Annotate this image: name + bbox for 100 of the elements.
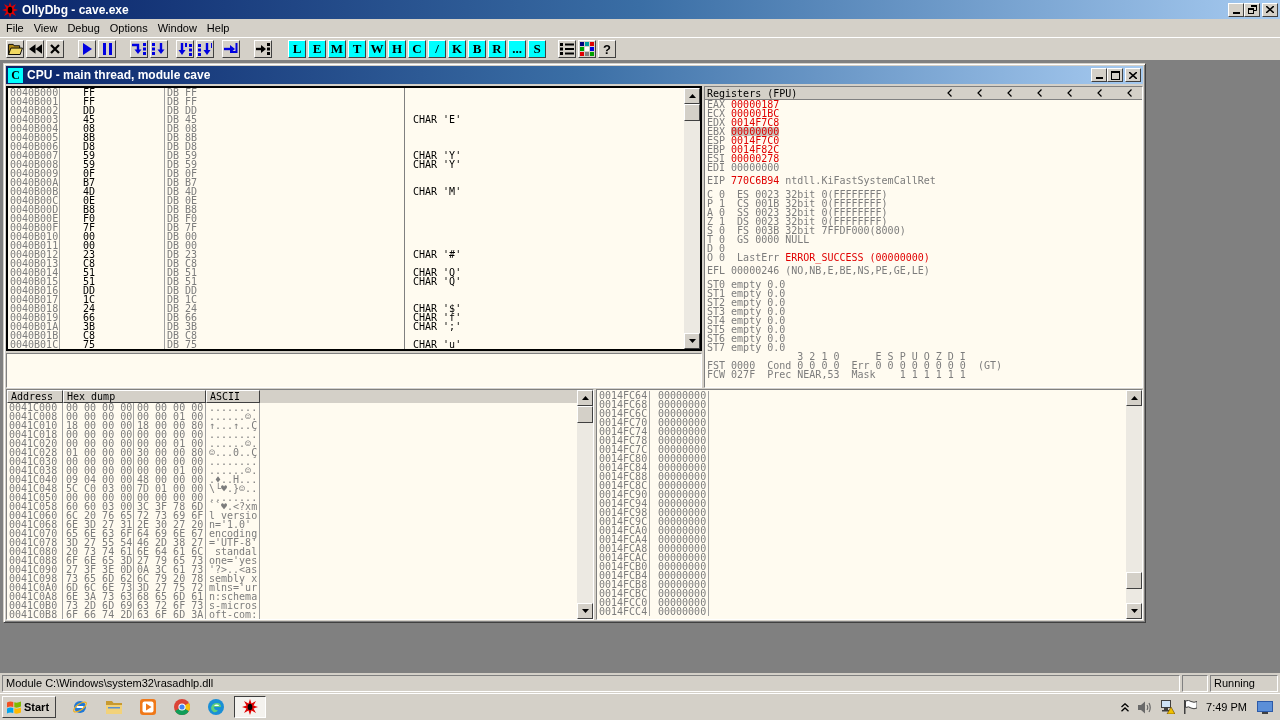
menu-item[interactable]: Options [109,22,148,34]
letter-toolbar-button[interactable]: ... [508,40,526,58]
address-cell: 0040B006 [8,142,60,151]
scrollbar[interactable] [577,390,593,619]
play-icon [82,43,92,55]
clock[interactable]: 7:49 PM [1206,701,1247,713]
register-value[interactable]: 00000187 [731,100,780,109]
minimize-icon [1232,11,1240,14]
scroll-thumb[interactable] [1126,572,1142,589]
scroll-thumb[interactable] [684,104,700,121]
show-desktop-button[interactable] [1256,699,1274,715]
comment-cell-text: CHAR 'u' [412,340,463,349]
register-value[interactable]: 770C6B94 [731,176,780,185]
toolbar-button[interactable] [558,40,576,58]
help-button[interactable]: ? [598,40,616,58]
letter-toolbar-button[interactable]: B [468,40,486,58]
step-into-button[interactable] [130,40,148,58]
letter-toolbar-button[interactable]: R [488,40,506,58]
scrollbar[interactable] [1126,390,1142,619]
hex-cell: 5C C0 03 00 [63,484,134,493]
execute-till-return-button[interactable] [222,40,240,58]
letter-toolbar-button[interactable]: C [408,40,426,58]
column-header[interactable]: Hex dump [63,390,206,403]
minimize-button[interactable] [1091,68,1107,82]
register-value[interactable]: 00000278 [731,154,780,163]
flag-icon[interactable] [1184,700,1198,714]
letter-toolbar-button[interactable]: M [328,40,346,58]
value-cell: 00000000 [650,607,709,616]
register-value[interactable]: 00000000 [731,163,780,172]
close-button[interactable] [1125,68,1141,82]
hex-cell: 3D 27 55 54 [63,538,134,547]
close-button[interactable] [1262,2,1278,17]
trace-into-button[interactable] [176,40,194,58]
register-value[interactable]: 000001BC [731,109,780,118]
letter-toolbar-button[interactable]: / [428,40,446,58]
menu-item[interactable]: Help [206,22,230,34]
close-program-button[interactable] [46,40,64,58]
ascii-cell: ........ [206,457,260,466]
value-cell: 00000000 [650,454,709,463]
scroll-up-button[interactable] [684,88,700,104]
scroll-down-button[interactable] [684,333,700,349]
down-arrow-icon [581,609,589,613]
menu-item[interactable]: File [6,22,24,34]
maximize-button[interactable] [1107,68,1123,82]
address-cell: 0041C028 [7,448,63,457]
menu-item[interactable]: View [33,22,58,34]
restart-button[interactable] [26,40,44,58]
start-button[interactable]: Start [2,696,56,718]
hex-cell: 48 00 00 00 [134,475,206,484]
speaker-icon[interactable] [1138,700,1153,714]
letter-toolbar-button[interactable]: S [528,40,546,58]
register-value[interactable]: 0014F7C8 [731,118,780,127]
open-button[interactable] [6,40,24,58]
address-cell: 0041C060 [7,511,63,520]
letter-toolbar-button[interactable]: E [308,40,326,58]
hex-cell: 0E [60,196,165,205]
letter-toolbar-button[interactable]: W [368,40,386,58]
scroll-thumb[interactable] [577,406,593,423]
register-name: ESP [707,136,726,145]
run-button[interactable] [78,40,96,58]
minimize-button[interactable] [1228,2,1244,17]
pause-button[interactable] [98,40,116,58]
value-cell: 00000000 [650,409,709,418]
address-cell: 0014FC88 [597,472,650,481]
address-cell: 0014FCA8 [597,544,650,553]
letter-toolbar-button[interactable]: L [288,40,306,58]
toolbar-button[interactable] [578,40,596,58]
left-chevron-icon [1037,89,1042,97]
address-cell: 0040B00F [8,223,60,232]
scroll-up-button[interactable] [577,390,593,406]
scrollbar[interactable] [684,88,700,349]
menu-item[interactable]: Window [157,22,197,34]
register-value[interactable]: 0014F7C0 [731,136,780,145]
column-header[interactable]: ASCII [206,390,260,403]
step-over-button[interactable] [150,40,168,58]
letter-toolbar-button[interactable]: H [388,40,406,58]
address-cell: 0040B002 [8,106,60,115]
taskbar-button[interactable] [234,696,266,718]
chevron-up-icon[interactable] [1121,702,1130,712]
trace-over-button[interactable] [196,40,214,58]
register-value[interactable]: 0014F82C [731,145,780,154]
command-cell: DB 00 [165,232,405,241]
ascii-cell: '?>..<as [206,565,260,574]
column-header[interactable]: Address [7,390,63,403]
scroll-down-button[interactable] [1126,603,1142,619]
segment-register: DS 0023 32bit 0(FFFFFFFF) [737,217,888,226]
network-icon[interactable] [1161,700,1176,714]
register-name: EDI [707,163,726,172]
address-cell: 0014FC70 [597,418,650,427]
address-cell: 0040B008 [8,160,60,169]
show-desktop-icon [1257,700,1273,714]
restore-button[interactable] [1244,2,1260,17]
letter-toolbar-button[interactable]: K [448,40,466,58]
menu-item[interactable]: Debug [67,22,100,34]
letter-toolbar-button[interactable]: T [348,40,366,58]
execute-till-user-code-button[interactable] [254,40,272,58]
address-cell: 0040B012 [8,250,60,259]
ascii-cell: s-micros [206,601,260,610]
scroll-down-button[interactable] [577,603,593,619]
scroll-up-button[interactable] [1126,390,1142,406]
